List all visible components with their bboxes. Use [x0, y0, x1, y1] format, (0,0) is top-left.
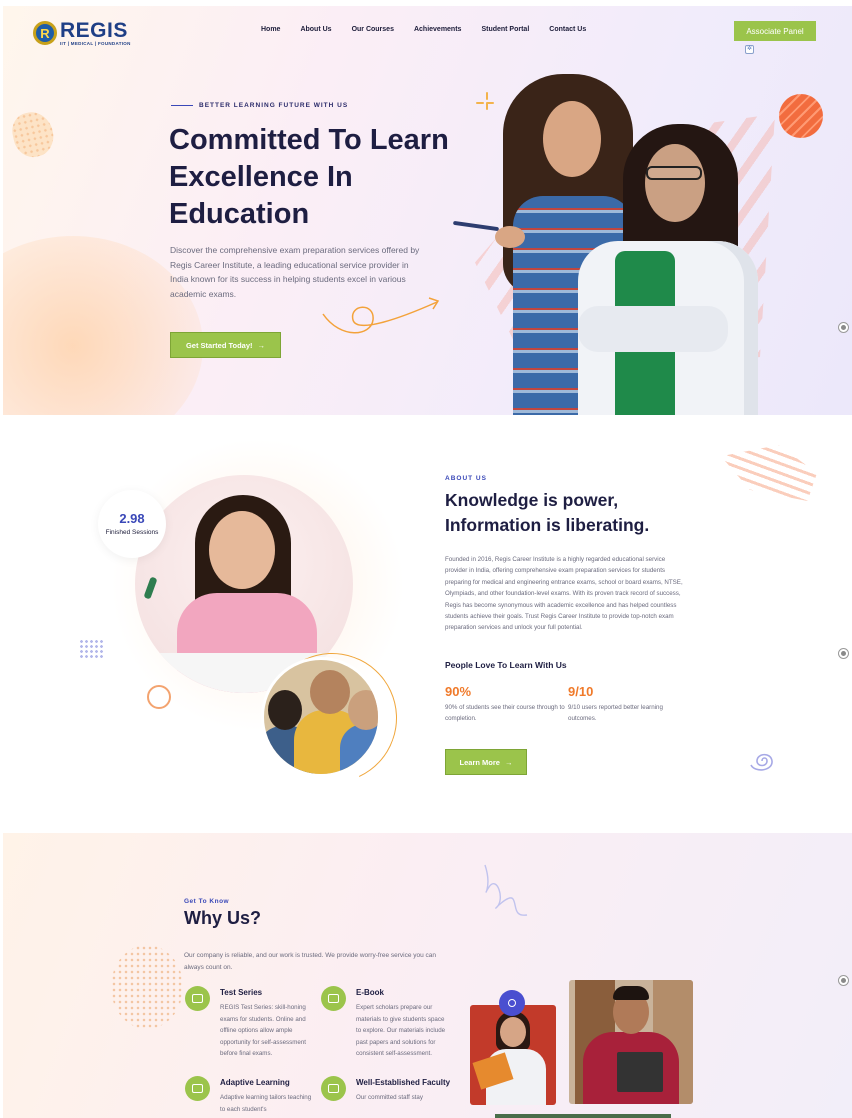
man-hair [613, 986, 649, 1000]
squiggle-decoration [484, 864, 528, 916]
nav-link-achievements[interactable]: Achievements [414, 26, 461, 33]
group-study-photo [261, 657, 381, 777]
metric-completion: 90% 90% of students see their course thr… [445, 684, 565, 724]
eyebrow-line [171, 105, 193, 106]
nav-link-about-us[interactable]: About Us [300, 26, 331, 33]
adaptive-learning-icon [185, 1076, 210, 1101]
student-man-photo [569, 980, 693, 1104]
about-subheading: People Love To Learn With Us [445, 660, 567, 670]
doctor-photo [470, 1005, 556, 1105]
get-started-label: Get Started Today! [185, 340, 253, 350]
nav-link-our-courses[interactable]: Our Courses [352, 26, 394, 33]
scroll-indicator-icon[interactable] [838, 975, 849, 986]
folder-decoration [617, 1052, 663, 1092]
associate-panel-button[interactable]: Associate Panel [734, 21, 816, 41]
scroll-indicator-icon[interactable] [838, 322, 849, 333]
student-shirt [340, 724, 378, 774]
about-description: Founded in 2016, Regis Career Institute … [445, 556, 683, 632]
feature-title: Adaptive Learning [220, 1078, 290, 1087]
feature-faculty: Well-Established Faculty Our committed s… [321, 1076, 451, 1104]
faculty-icon [321, 1076, 346, 1101]
test-series-icon [185, 986, 210, 1011]
feature-text: Adaptive learning tailors teaching to ea… [220, 1094, 312, 1113]
dashed-lines-decoration [721, 445, 817, 501]
dot-cluster-decoration [111, 945, 183, 1029]
hero-eyebrow: BETTER LEARNING FUTURE WITH US [171, 102, 348, 109]
logo-emblem-icon: R [33, 21, 57, 46]
accessibility-widget-icon[interactable]: ✲ [745, 45, 754, 54]
site-logo[interactable]: R REGIS IIT | MEDICAL | FOUNDATION [33, 20, 131, 47]
award-badge-icon [499, 990, 525, 1016]
logo-tagline: IIT | MEDICAL | FOUNDATION [60, 41, 131, 46]
nav-link-student-portal[interactable]: Student Portal [481, 26, 529, 33]
feature-adaptive-learning: Adaptive Learning Adaptive learning tail… [185, 1076, 315, 1115]
student-photo-face [543, 101, 601, 177]
sessions-count: 2.98 [119, 511, 145, 526]
student-photo-hand [495, 226, 525, 248]
about-eyebrow: ABOUT US [445, 475, 487, 482]
metric-value: 9/10 [568, 684, 594, 699]
glasses-decoration [646, 166, 702, 180]
doctor-face [500, 1017, 526, 1047]
why-title: Why Us? [184, 908, 262, 928]
pen-decoration [452, 220, 500, 232]
sparkle-icon [476, 92, 498, 114]
feature-text: REGIS Test Series: skill-honing exams fo… [220, 1004, 306, 1057]
feature-text: Expert scholars prepare our materials to… [356, 1004, 446, 1057]
get-started-button[interactable]: Get Started Today! → [170, 332, 281, 358]
arrow-right-icon: → [504, 757, 513, 767]
student-head [348, 690, 378, 730]
metric-outcomes: 9/10 9/10 users reported better learning… [568, 684, 683, 724]
why-eyebrow: Get To Know [184, 898, 230, 905]
striped-ball-decoration [779, 94, 823, 138]
feature-title: E-Book [356, 988, 384, 997]
student-head [310, 670, 350, 714]
squiggle-arrow-decoration [322, 297, 440, 334]
feature-text: Our committed staff stay [356, 1094, 423, 1101]
nav-link-contact-us[interactable]: Contact Us [549, 26, 586, 33]
about-title: Knowledge is power, Information is liber… [445, 490, 650, 535]
learn-more-label: Learn More [459, 757, 500, 767]
feature-test-series: Test Series REGIS Test Series: skill-hon… [185, 986, 315, 1060]
girl-face [209, 511, 275, 589]
image-strip [495, 1114, 671, 1118]
feature-title: Well-Established Faculty [356, 1078, 451, 1087]
logo-name: REGIS [60, 19, 128, 42]
why-description: Our company is reliable, and our work is… [184, 952, 437, 971]
swirl-icon [750, 753, 773, 771]
logo-letter: R [40, 25, 50, 41]
doctor-photo-face [645, 144, 705, 222]
sessions-label: Finished Sessions [105, 529, 159, 536]
student-head [268, 690, 302, 730]
why-us-section: Get To Know Why Us? Our company is relia… [3, 833, 852, 1118]
scroll-indicator-icon[interactable] [838, 648, 849, 659]
doctor-photo-arms [578, 306, 728, 352]
feature-ebook: E-Book Expert scholars prepare our mater… [321, 986, 451, 1060]
ebook-icon [321, 986, 346, 1011]
hero-title: Committed To Learn Excellence In Educati… [169, 124, 449, 230]
metric-text: 9/10 users reported better learning outc… [568, 704, 663, 722]
learn-more-button[interactable]: Learn More → [445, 749, 527, 775]
dot-cluster-decoration [79, 639, 103, 659]
arrow-right-icon: → [257, 340, 266, 350]
nav-link-home[interactable]: Home [261, 26, 280, 33]
main-nav: Home About Us Our Courses Achievements S… [261, 26, 586, 33]
feature-title: Test Series [220, 988, 263, 997]
metric-text: 90% of students see their course through… [445, 704, 565, 722]
orange-ring-decoration [147, 685, 171, 709]
metric-value: 90% [445, 684, 472, 699]
about-section: 2.98 Finished Sessions ABOUT US Knowledg… [3, 415, 852, 833]
dotted-blob-decoration [8, 108, 58, 161]
hero-eyebrow-text: BETTER LEARNING FUTURE WITH US [199, 102, 349, 109]
finished-sessions-badge: 2.98 Finished Sessions [98, 490, 166, 558]
hero-section: R REGIS IIT | MEDICAL | FOUNDATION Home … [3, 6, 852, 415]
